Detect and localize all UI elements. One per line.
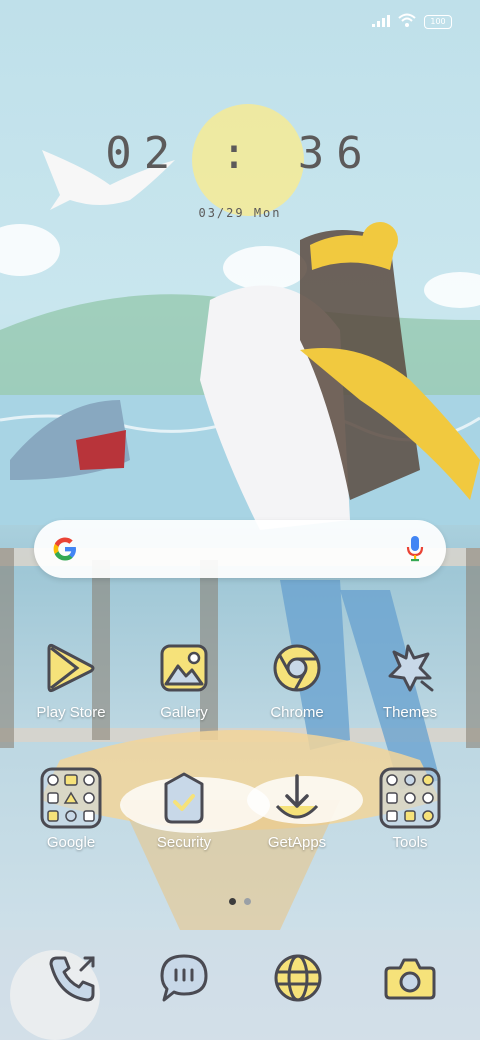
app-label: Security	[156, 834, 212, 851]
app-label: Tools	[392, 834, 428, 851]
security-icon	[156, 770, 212, 826]
play-store-icon	[43, 640, 99, 696]
page-dot-active	[229, 898, 236, 905]
page-dot	[244, 898, 251, 905]
messages-icon	[160, 954, 208, 1002]
getapps-icon	[269, 770, 325, 826]
app-label: GetApps	[267, 834, 327, 851]
app-tools-folder[interactable]: Tools	[355, 767, 465, 851]
dock-browser[interactable]	[270, 950, 326, 1006]
google-search-bar[interactable]	[34, 520, 446, 578]
dock-camera[interactable]	[382, 950, 438, 1006]
status-bar: 100	[372, 12, 452, 31]
clock-time[interactable]: 02 : 36	[0, 128, 480, 179]
app-label: Themes	[382, 704, 438, 721]
page-indicator	[0, 898, 480, 905]
app-label: Gallery	[160, 704, 208, 721]
app-google-folder[interactable]: Google	[16, 767, 126, 851]
chrome-icon	[269, 640, 325, 696]
google-logo-icon	[50, 534, 80, 568]
app-getapps[interactable]: GetApps	[242, 770, 352, 851]
battery-indicator: 100	[424, 14, 452, 29]
gallery-icon	[156, 640, 212, 696]
themes-icon	[382, 640, 438, 696]
app-chrome[interactable]: Chrome	[242, 640, 352, 721]
app-label: Google	[46, 834, 96, 851]
dock-phone[interactable]	[45, 950, 101, 1006]
app-themes[interactable]: Themes	[355, 640, 465, 721]
phone-icon	[49, 956, 95, 1002]
app-play-store[interactable]: Play Store	[16, 640, 126, 721]
google-folder-icon	[40, 767, 102, 829]
browser-icon	[274, 954, 322, 1002]
app-label: Play Store	[36, 704, 106, 721]
signal-icon	[372, 12, 390, 31]
camera-icon	[384, 958, 436, 1000]
dock-messages[interactable]	[156, 950, 212, 1006]
tools-folder-icon	[379, 767, 441, 829]
app-gallery[interactable]: Gallery	[129, 640, 239, 721]
clock-date[interactable]: 03/29 Mon	[0, 206, 480, 220]
mic-icon[interactable]	[406, 535, 424, 567]
app-label: Chrome	[270, 704, 324, 721]
wifi-icon	[398, 12, 416, 31]
app-security[interactable]: Security	[129, 770, 239, 851]
